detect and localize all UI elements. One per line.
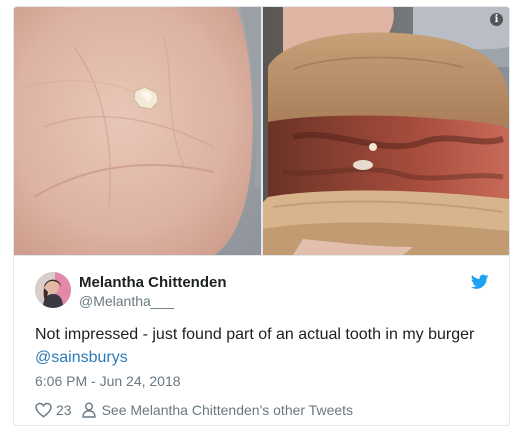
tooth-in-burger (369, 143, 377, 151)
photo-burger[interactable]: i (263, 7, 509, 255)
person-icon (81, 402, 96, 418)
photo-hand-with-tooth[interactable] (14, 7, 261, 255)
mention-link[interactable]: @sainsburys (35, 349, 128, 366)
avatar[interactable] (35, 272, 71, 308)
author-handle[interactable]: @Melantha___ (79, 293, 174, 309)
heart-icon[interactable] (35, 402, 52, 418)
tweet-timestamp[interactable]: 6:06 PM - Jun 24, 2018 (35, 373, 181, 389)
author-name[interactable]: Melantha Chittenden (79, 274, 227, 291)
burger-photo-image (263, 7, 509, 255)
embedded-tweet-card: i Melantha Chittenden @Melantha___ Not i… (13, 6, 510, 426)
tweet-media-gallery: i (14, 7, 509, 255)
tweet-body: Melantha Chittenden @Melantha___ Not imp… (14, 255, 509, 425)
tweet-actions: 23 See Melantha Chittenden's other Tweet… (35, 401, 353, 419)
like-count[interactable]: 23 (56, 402, 72, 418)
tweet-body-text: Not impressed - just found part of an ac… (35, 326, 475, 343)
avatar-image (35, 272, 71, 308)
tweet-text: Not impressed - just found part of an ac… (35, 323, 495, 369)
hand-photo-image (14, 7, 261, 255)
twitter-bird-icon[interactable] (471, 274, 489, 290)
other-tweets-link[interactable]: See Melantha Chittenden's other Tweets (102, 402, 353, 418)
info-icon[interactable]: i (490, 13, 503, 26)
